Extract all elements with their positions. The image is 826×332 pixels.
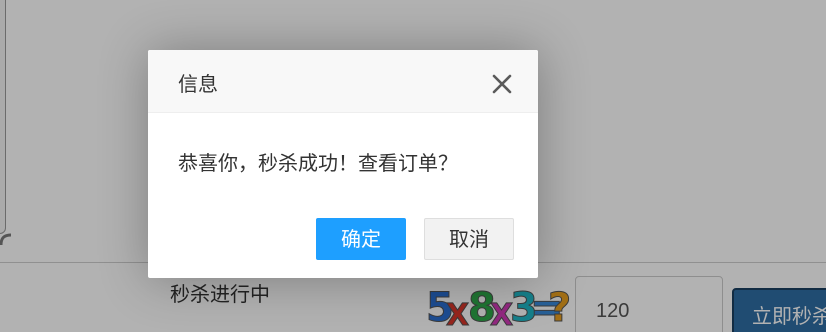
cancel-button[interactable]: 取消 bbox=[424, 218, 514, 260]
dialog-title: 信息 bbox=[178, 72, 218, 96]
confirm-button[interactable]: 确定 bbox=[316, 218, 406, 260]
dialog-header: 信息 bbox=[148, 50, 538, 113]
page: 秒杀进行中 5 X 8 X 3 = ? 120 立即秒杀 信息 恭喜你，秒杀成功… bbox=[0, 0, 826, 332]
message-dialog: 信息 恭喜你，秒杀成功！查看订单？ 确定 取消 bbox=[148, 50, 538, 278]
dialog-message: 恭喜你，秒杀成功！查看订单？ bbox=[178, 151, 458, 175]
close-icon[interactable] bbox=[488, 70, 516, 98]
